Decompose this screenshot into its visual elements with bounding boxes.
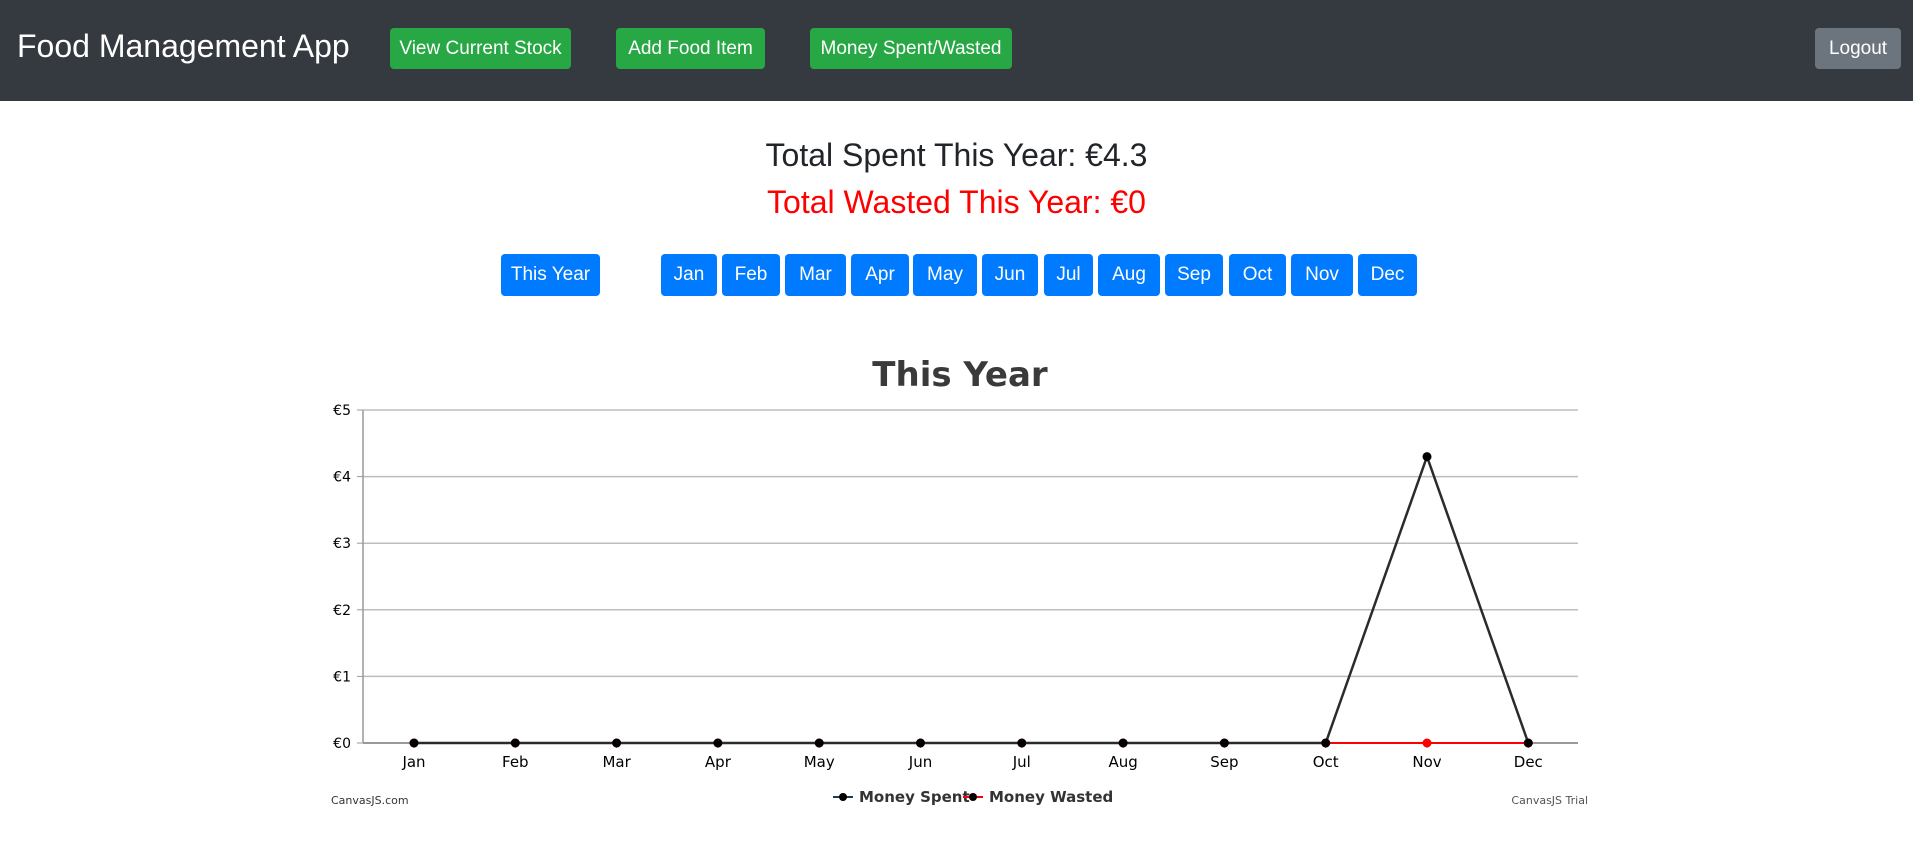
x-tick-label: Apr <box>705 753 732 771</box>
chart-title: This Year <box>872 355 1048 395</box>
data-point[interactable] <box>1017 738 1027 748</box>
data-point[interactable] <box>1118 738 1128 748</box>
chart-grid <box>363 409 1578 744</box>
data-point[interactable] <box>814 738 824 748</box>
legend-marker <box>969 793 977 801</box>
x-tick-label: Mar <box>602 753 631 771</box>
x-tick-label: Feb <box>502 753 529 771</box>
legend-item-money-wasted[interactable]: Money Wasted <box>963 788 1113 806</box>
spending-chart: This Year €0 €1 €2 €3 €4 €5 Jan Feb Mar Apr May Jun… <box>331 355 1588 807</box>
y-tick-label: €5 <box>333 403 351 419</box>
x-tick-label: Aug <box>1108 753 1137 771</box>
legend-item-money-spent[interactable]: Money Spent <box>833 788 970 806</box>
x-tick-label: Sep <box>1210 753 1238 771</box>
chart-legend: Money Spent Money Wasted <box>833 788 1113 806</box>
x-tick-label: Jul <box>1012 753 1031 771</box>
x-tick-label: May <box>804 753 835 771</box>
data-point[interactable] <box>1422 738 1432 748</box>
canvasjs-watermark-right: CanvasJS Trial <box>1511 794 1588 807</box>
y-tick-label: €1 <box>333 669 351 685</box>
x-tick-label: Jan <box>401 753 425 771</box>
data-point[interactable] <box>1422 452 1432 462</box>
legend-label: Money Spent <box>859 788 970 806</box>
y-tick-label: €3 <box>333 536 351 552</box>
data-point[interactable] <box>1523 738 1533 748</box>
x-tick-label: Oct <box>1313 753 1339 771</box>
series-line-money-spent <box>414 452 1530 745</box>
data-point[interactable] <box>612 738 622 748</box>
x-tick-label: Nov <box>1412 753 1441 771</box>
data-point[interactable] <box>1219 738 1229 748</box>
data-point[interactable] <box>1321 738 1331 748</box>
x-tick-label: Jun <box>908 753 932 771</box>
y-tick-label: €0 <box>333 736 351 752</box>
y-tick-label: €2 <box>333 603 351 619</box>
y-tick-label: €4 <box>333 470 351 486</box>
legend-label: Money Wasted <box>989 788 1113 806</box>
chart-axes: €0 €1 €2 €3 €4 €5 Jan Feb Mar Apr May Jun Jul Aug Sep O… <box>333 403 1578 771</box>
legend-marker <box>839 793 847 801</box>
x-tick-label: Dec <box>1514 753 1543 771</box>
data-point[interactable] <box>916 738 925 748</box>
chart-series <box>409 452 1533 748</box>
data-point[interactable] <box>409 738 419 748</box>
data-point[interactable] <box>713 738 723 748</box>
data-point[interactable] <box>510 738 520 748</box>
canvasjs-watermark-left[interactable]: CanvasJS.com <box>331 794 409 807</box>
